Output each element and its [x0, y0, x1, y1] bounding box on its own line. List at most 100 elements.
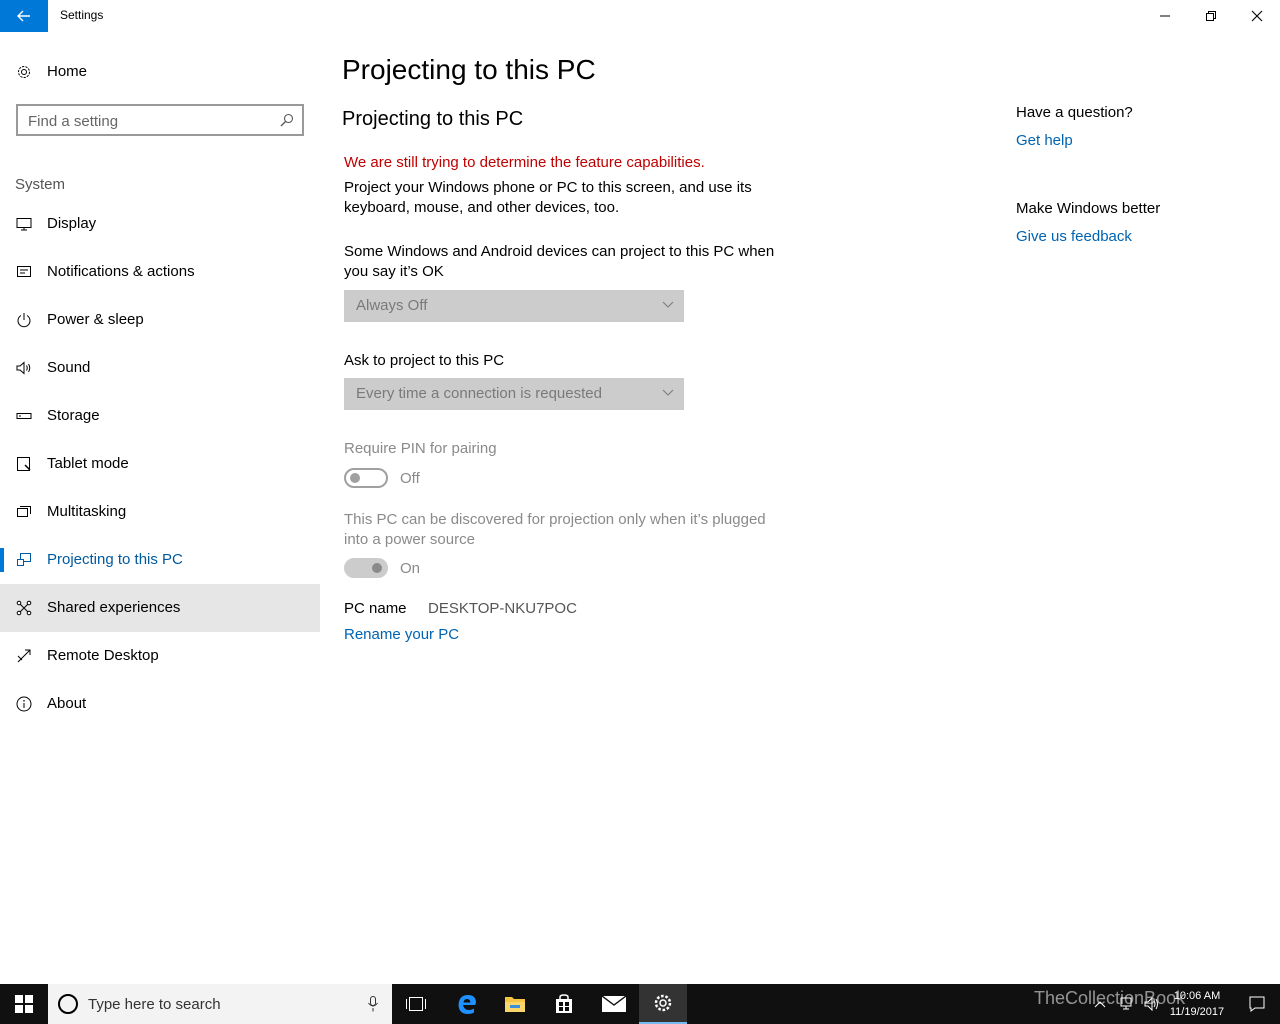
chevron-up-icon[interactable] — [1094, 1000, 1106, 1008]
find-setting-search[interactable] — [16, 104, 304, 136]
sidebar-item-power-sleep[interactable]: Power & sleep — [0, 296, 320, 344]
mail-button[interactable] — [590, 984, 638, 1024]
allow-projection-label: Some Windows and Android devices can pro… — [344, 243, 775, 280]
section-label-system: System — [15, 176, 66, 193]
allow-projection-value: Always Off — [356, 297, 428, 314]
power-icon — [17, 313, 31, 328]
sidebar-item-storage[interactable]: Storage — [0, 392, 320, 440]
sidebar-home[interactable]: Home — [0, 48, 320, 96]
sidebar-item-sound[interactable]: Sound — [0, 344, 320, 392]
get-help-link[interactable]: Get help — [1016, 132, 1073, 149]
taskbar-clock[interactable]: 10:06 AM 11/19/2017 — [1160, 988, 1234, 1020]
ask-to-project-label: Ask to project to this PC — [344, 352, 505, 369]
restore-button[interactable] — [1188, 0, 1234, 32]
ask-to-project-value: Every time a connection is requested — [356, 385, 602, 402]
question-heading: Have a question? — [1016, 104, 1133, 121]
section-title: Projecting to this PC — [342, 108, 524, 130]
sidebar-item-label: Sound — [47, 359, 91, 376]
tablet-icon — [17, 457, 31, 471]
edge-taskbar-button[interactable] — [443, 984, 491, 1024]
action-center-icon — [1249, 996, 1265, 1012]
sidebar-nav: Display Notifications & actions Power & … — [0, 200, 320, 728]
multitasking-icon — [17, 506, 31, 517]
clock-date: 11/19/2017 — [1169, 1006, 1225, 1018]
toggle-knob — [350, 473, 360, 483]
page-title: Projecting to this PC — [342, 54, 596, 85]
sidebar-item-label: Storage — [47, 407, 100, 424]
sidebar-item-display[interactable]: Display — [0, 200, 320, 248]
task-view-button[interactable] — [392, 984, 440, 1024]
sidebar-item-multitasking[interactable]: Multitasking — [0, 488, 320, 536]
file-explorer-button[interactable] — [491, 984, 539, 1024]
sidebar-item-label: About — [47, 695, 87, 712]
sidebar-item-remote-desktop[interactable]: Remote Desktop — [0, 632, 320, 680]
sidebar-item-projecting[interactable]: Projecting to this PC — [0, 536, 320, 584]
sidebar: Home System Display Notifications & acti… — [0, 32, 320, 984]
capabilities-warning: We are still trying to determine the fea… — [344, 154, 705, 171]
search-icon[interactable] — [280, 113, 294, 127]
taskbar: TheCollectionBook 10:06 AM 11/19/2017 — [0, 984, 1280, 1024]
home-label: Home — [47, 63, 88, 80]
taskbar-search-input[interactable] — [88, 994, 348, 1014]
find-setting-input[interactable] — [28, 111, 268, 131]
sidebar-item-about[interactable]: About — [0, 680, 320, 728]
action-center-button[interactable] — [1234, 984, 1280, 1024]
require-pin-state: Off — [400, 470, 420, 487]
storage-icon — [16, 413, 32, 419]
minimize-button[interactable] — [1142, 0, 1188, 32]
sidebar-item-label: Projecting to this PC — [47, 551, 183, 568]
mail-icon — [602, 996, 626, 1012]
sidebar-item-label: Multitasking — [47, 503, 127, 520]
cortana-icon — [58, 994, 78, 1014]
allow-projection-dropdown[interactable]: Always Off — [344, 290, 684, 322]
shared-experiences-icon — [16, 600, 32, 616]
notifications-icon — [17, 266, 31, 277]
power-source-toggle[interactable] — [344, 558, 388, 578]
gear-icon — [654, 994, 672, 1012]
rename-pc-link[interactable]: Rename your PC — [344, 626, 459, 643]
gear-icon — [18, 66, 30, 78]
feedback-heading: Make Windows better — [1016, 200, 1161, 217]
clock-time: 10:06 AM — [1173, 990, 1221, 1002]
back-button[interactable] — [0, 0, 48, 32]
sidebar-item-label: Remote Desktop — [47, 647, 159, 664]
give-feedback-link[interactable]: Give us feedback — [1016, 228, 1132, 245]
sidebar-item-label: Power & sleep — [47, 311, 144, 328]
store-icon — [556, 994, 572, 1013]
sidebar-item-label: Display — [47, 215, 97, 232]
network-icon[interactable] — [1120, 997, 1134, 1011]
info-icon — [16, 696, 32, 712]
monitor-icon — [16, 218, 32, 231]
settings-taskbar-button[interactable] — [639, 984, 687, 1024]
sidebar-item-shared-experiences[interactable]: Shared experiences — [0, 584, 320, 632]
require-pin-toggle[interactable] — [344, 468, 388, 488]
power-source-label: This PC can be discovered for projection… — [344, 511, 766, 548]
restore-icon — [1206, 11, 1216, 21]
sidebar-item-label: Notifications & actions — [47, 263, 195, 280]
sidebar-item-tablet-mode[interactable]: Tablet mode — [0, 440, 320, 488]
start-button[interactable] — [0, 984, 48, 1024]
close-button[interactable] — [1234, 0, 1280, 32]
sidebar-item-label: Tablet mode — [47, 455, 129, 472]
ask-to-project-dropdown[interactable]: Every time a connection is requested — [344, 378, 684, 410]
microphone-icon[interactable] — [368, 996, 378, 1012]
toggle-knob — [372, 563, 382, 573]
system-tray — [1094, 984, 1160, 1024]
sidebar-item-label: Shared experiences — [47, 599, 181, 616]
projection-description: Project your Windows phone or PC to this… — [344, 179, 752, 216]
projecting-icon — [17, 553, 31, 566]
folder-icon — [505, 997, 525, 1012]
windows-logo-icon — [15, 995, 33, 1013]
volume-icon[interactable] — [1144, 997, 1160, 1011]
chevron-down-icon — [662, 389, 674, 396]
store-button[interactable] — [540, 984, 588, 1024]
sidebar-item-notifications[interactable]: Notifications & actions — [0, 248, 320, 296]
back-arrow-icon — [17, 10, 30, 22]
power-source-state: On — [400, 560, 421, 577]
require-pin-label: Require PIN for pairing — [344, 440, 497, 457]
task-view-icon — [406, 997, 426, 1011]
remote-desktop-icon — [17, 649, 31, 663]
minimize-icon — [1160, 15, 1170, 17]
pc-name-label: PC name — [344, 600, 407, 617]
taskbar-search[interactable] — [48, 984, 392, 1024]
